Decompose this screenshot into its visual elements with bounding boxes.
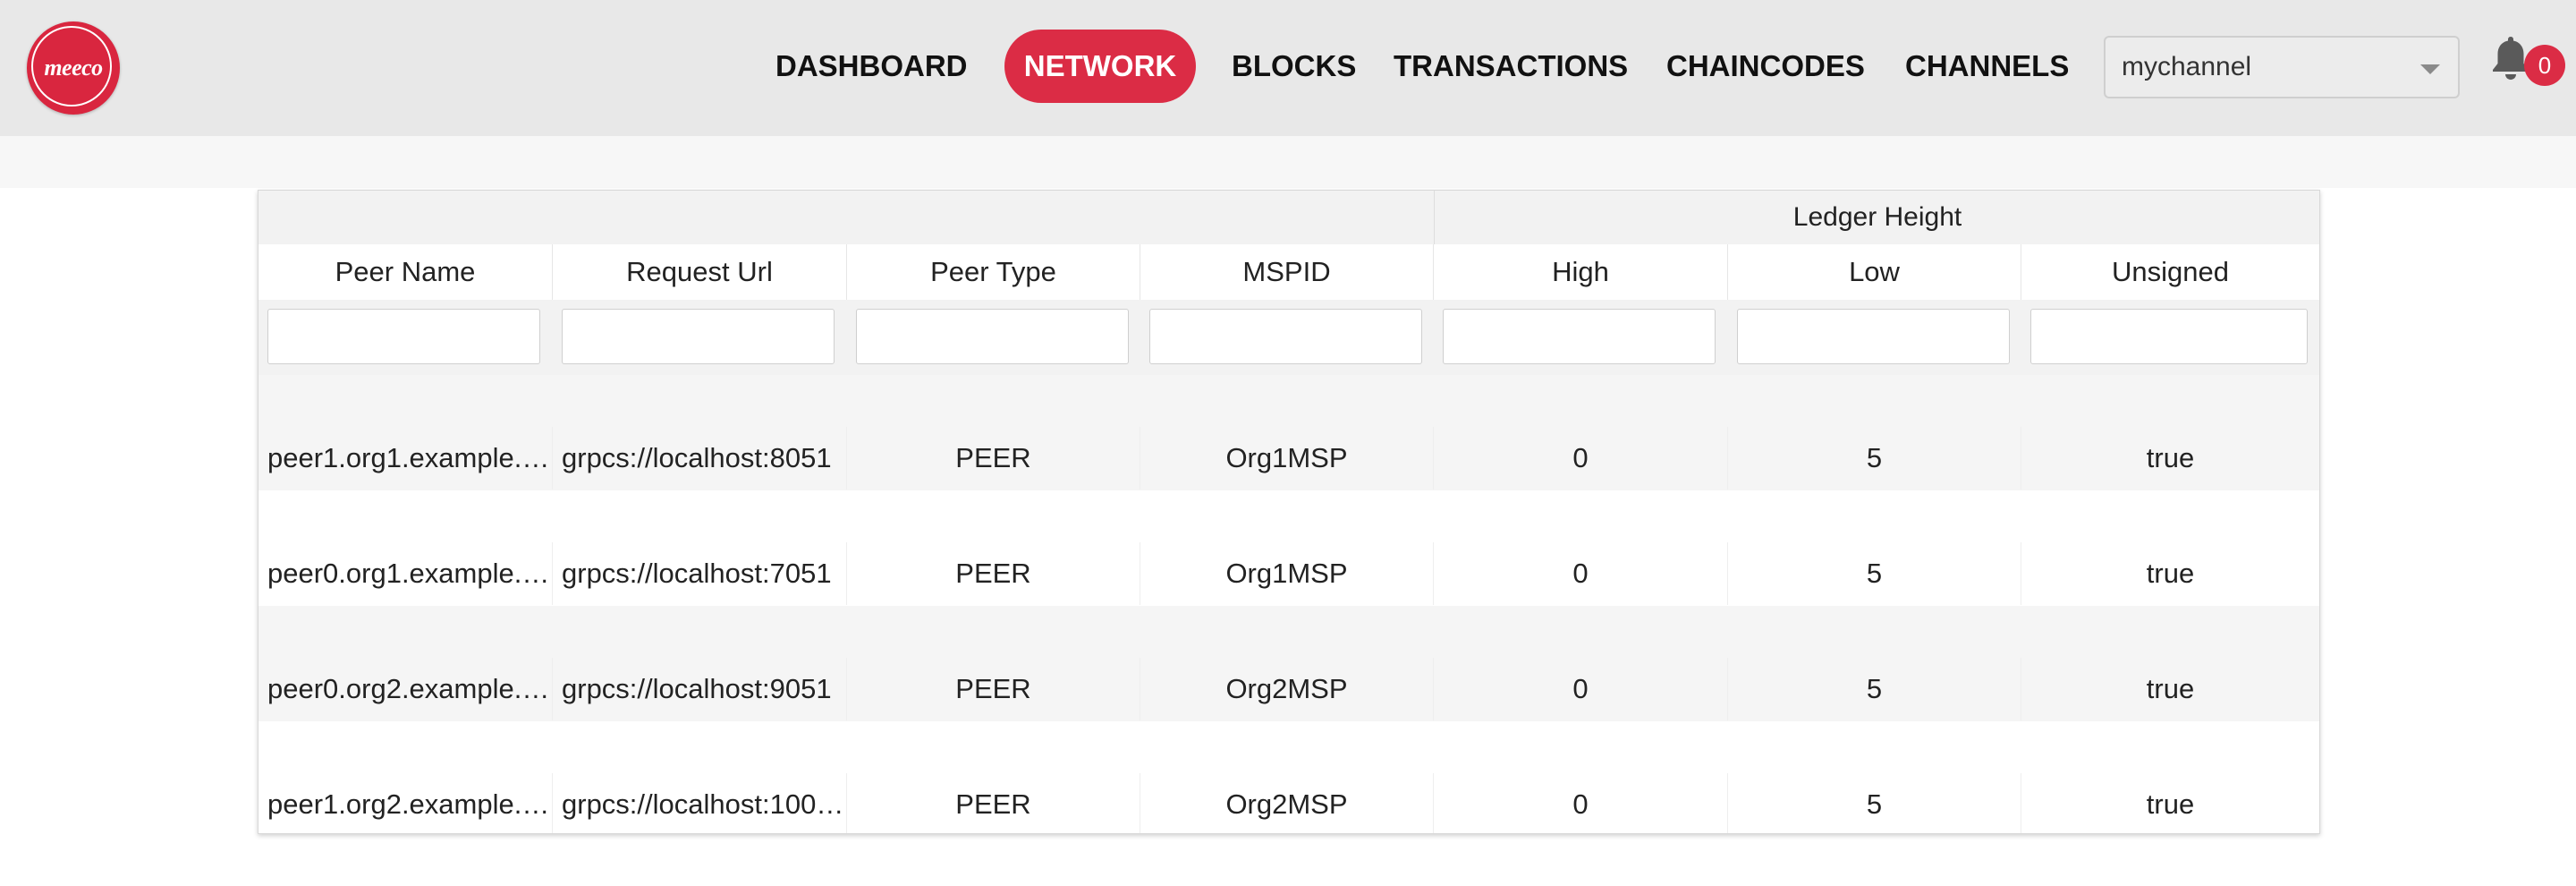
filter-input-low[interactable]	[1737, 309, 2010, 364]
chevron-down-icon	[2420, 64, 2440, 74]
cell-unsigned: true	[2146, 442, 2195, 473]
group-header-ledger-height: Ledger Height	[1434, 191, 2319, 244]
cell-peer-name: peer0.org1.example.com	[258, 542, 553, 605]
table-row[interactable]: peer0.org1.example.com grpcs://localhost…	[258, 490, 2319, 606]
cell-request-url: grpcs://localhost:7051	[553, 542, 847, 605]
cell-peer-name: peer1.org2.example.com	[258, 773, 553, 833]
cell-mspid: Org2MSP	[1140, 658, 1434, 720]
peers-table: Ledger Height Peer Name Request Url Peer…	[258, 190, 2320, 834]
filter-input-mspid[interactable]	[1149, 309, 1422, 364]
filter-cell	[258, 300, 553, 375]
nav-channels[interactable]: CHANNELS	[1905, 30, 2069, 103]
meeco-logo[interactable]: meeco	[27, 21, 120, 115]
column-header-unsigned[interactable]: Unsigned	[2021, 244, 2319, 300]
table-header-row: Peer Name Request Url Peer Type MSPID Hi…	[258, 244, 2319, 301]
cell-unsigned: true	[2146, 673, 2195, 704]
filter-cell	[1140, 300, 1434, 375]
column-header-request-url[interactable]: Request Url	[553, 244, 847, 300]
filter-cell	[1434, 300, 1728, 375]
cell-low: 5	[1728, 658, 2021, 720]
filter-cell	[847, 300, 1140, 375]
cell-high: 0	[1434, 542, 1728, 605]
cell-peer-type: PEER	[847, 658, 1140, 720]
top-navbar: meeco DASHBOARD NETWORK BLOCKS TRANSACTI…	[0, 0, 2576, 136]
cell-mspid: Org2MSP	[1140, 773, 1434, 833]
filter-input-peer-type[interactable]	[856, 309, 1129, 364]
cell-mspid: Org1MSP	[1140, 427, 1434, 490]
filter-input-high[interactable]	[1443, 309, 1716, 364]
cell-high: 0	[1434, 427, 1728, 490]
cell-low: 5	[1728, 542, 2021, 605]
column-header-peer-type[interactable]: Peer Type	[847, 244, 1140, 300]
cell-peer-type: PEER	[847, 427, 1140, 490]
cell-peer-name: peer1.org1.example.com	[258, 427, 553, 490]
logo-text: meeco	[44, 55, 103, 81]
nav-blocks[interactable]: BLOCKS	[1232, 30, 1356, 103]
table-row[interactable]: peer0.org2.example.com grpcs://localhost…	[258, 606, 2319, 721]
nav-transactions[interactable]: TRANSACTIONS	[1394, 30, 1628, 103]
nav-network[interactable]: NETWORK	[1004, 30, 1196, 103]
nav-chaincodes[interactable]: CHAINCODES	[1666, 30, 1865, 103]
filter-input-request-url[interactable]	[562, 309, 835, 364]
column-header-low[interactable]: Low	[1728, 244, 2021, 300]
cell-peer-type: PEER	[847, 773, 1140, 833]
cell-high: 0	[1434, 773, 1728, 833]
cell-mspid: Org1MSP	[1140, 542, 1434, 605]
group-header-blank	[258, 191, 1434, 244]
column-header-high[interactable]: High	[1434, 244, 1728, 300]
cell-peer-name: peer0.org2.example.com	[258, 658, 553, 720]
channel-select-value: mychannel	[2122, 52, 2252, 81]
filter-cell	[1728, 300, 2021, 375]
sub-header-bar	[0, 136, 2576, 188]
channel-select[interactable]: mychannel	[2104, 36, 2460, 98]
filter-input-unsigned[interactable]	[2030, 309, 2308, 364]
cell-request-url: grpcs://localhost:8051	[553, 427, 847, 490]
notification-count-badge: 0	[2524, 45, 2565, 86]
cell-low: 5	[1728, 773, 2021, 833]
cell-unsigned: true	[2146, 788, 2195, 820]
filter-cell	[2021, 300, 2319, 375]
filter-cell	[553, 300, 847, 375]
table-row[interactable]: peer1.org1.example.com grpcs://localhost…	[258, 375, 2319, 490]
column-header-mspid[interactable]: MSPID	[1140, 244, 1434, 300]
table-filter-row	[258, 300, 2319, 375]
cell-request-url: grpcs://localhost:10051	[553, 773, 847, 833]
column-header-peer-name[interactable]: Peer Name	[258, 244, 553, 300]
cell-peer-type: PEER	[847, 542, 1140, 605]
cell-low: 5	[1728, 427, 2021, 490]
table-row[interactable]: peer1.org2.example.com grpcs://localhost…	[258, 721, 2319, 833]
cell-request-url: grpcs://localhost:9051	[553, 658, 847, 720]
nav-dashboard[interactable]: DASHBOARD	[775, 30, 968, 103]
table-group-header-row: Ledger Height	[258, 191, 2319, 245]
filter-input-peer-name[interactable]	[267, 309, 540, 364]
cell-high: 0	[1434, 658, 1728, 720]
cell-unsigned: true	[2146, 558, 2195, 589]
